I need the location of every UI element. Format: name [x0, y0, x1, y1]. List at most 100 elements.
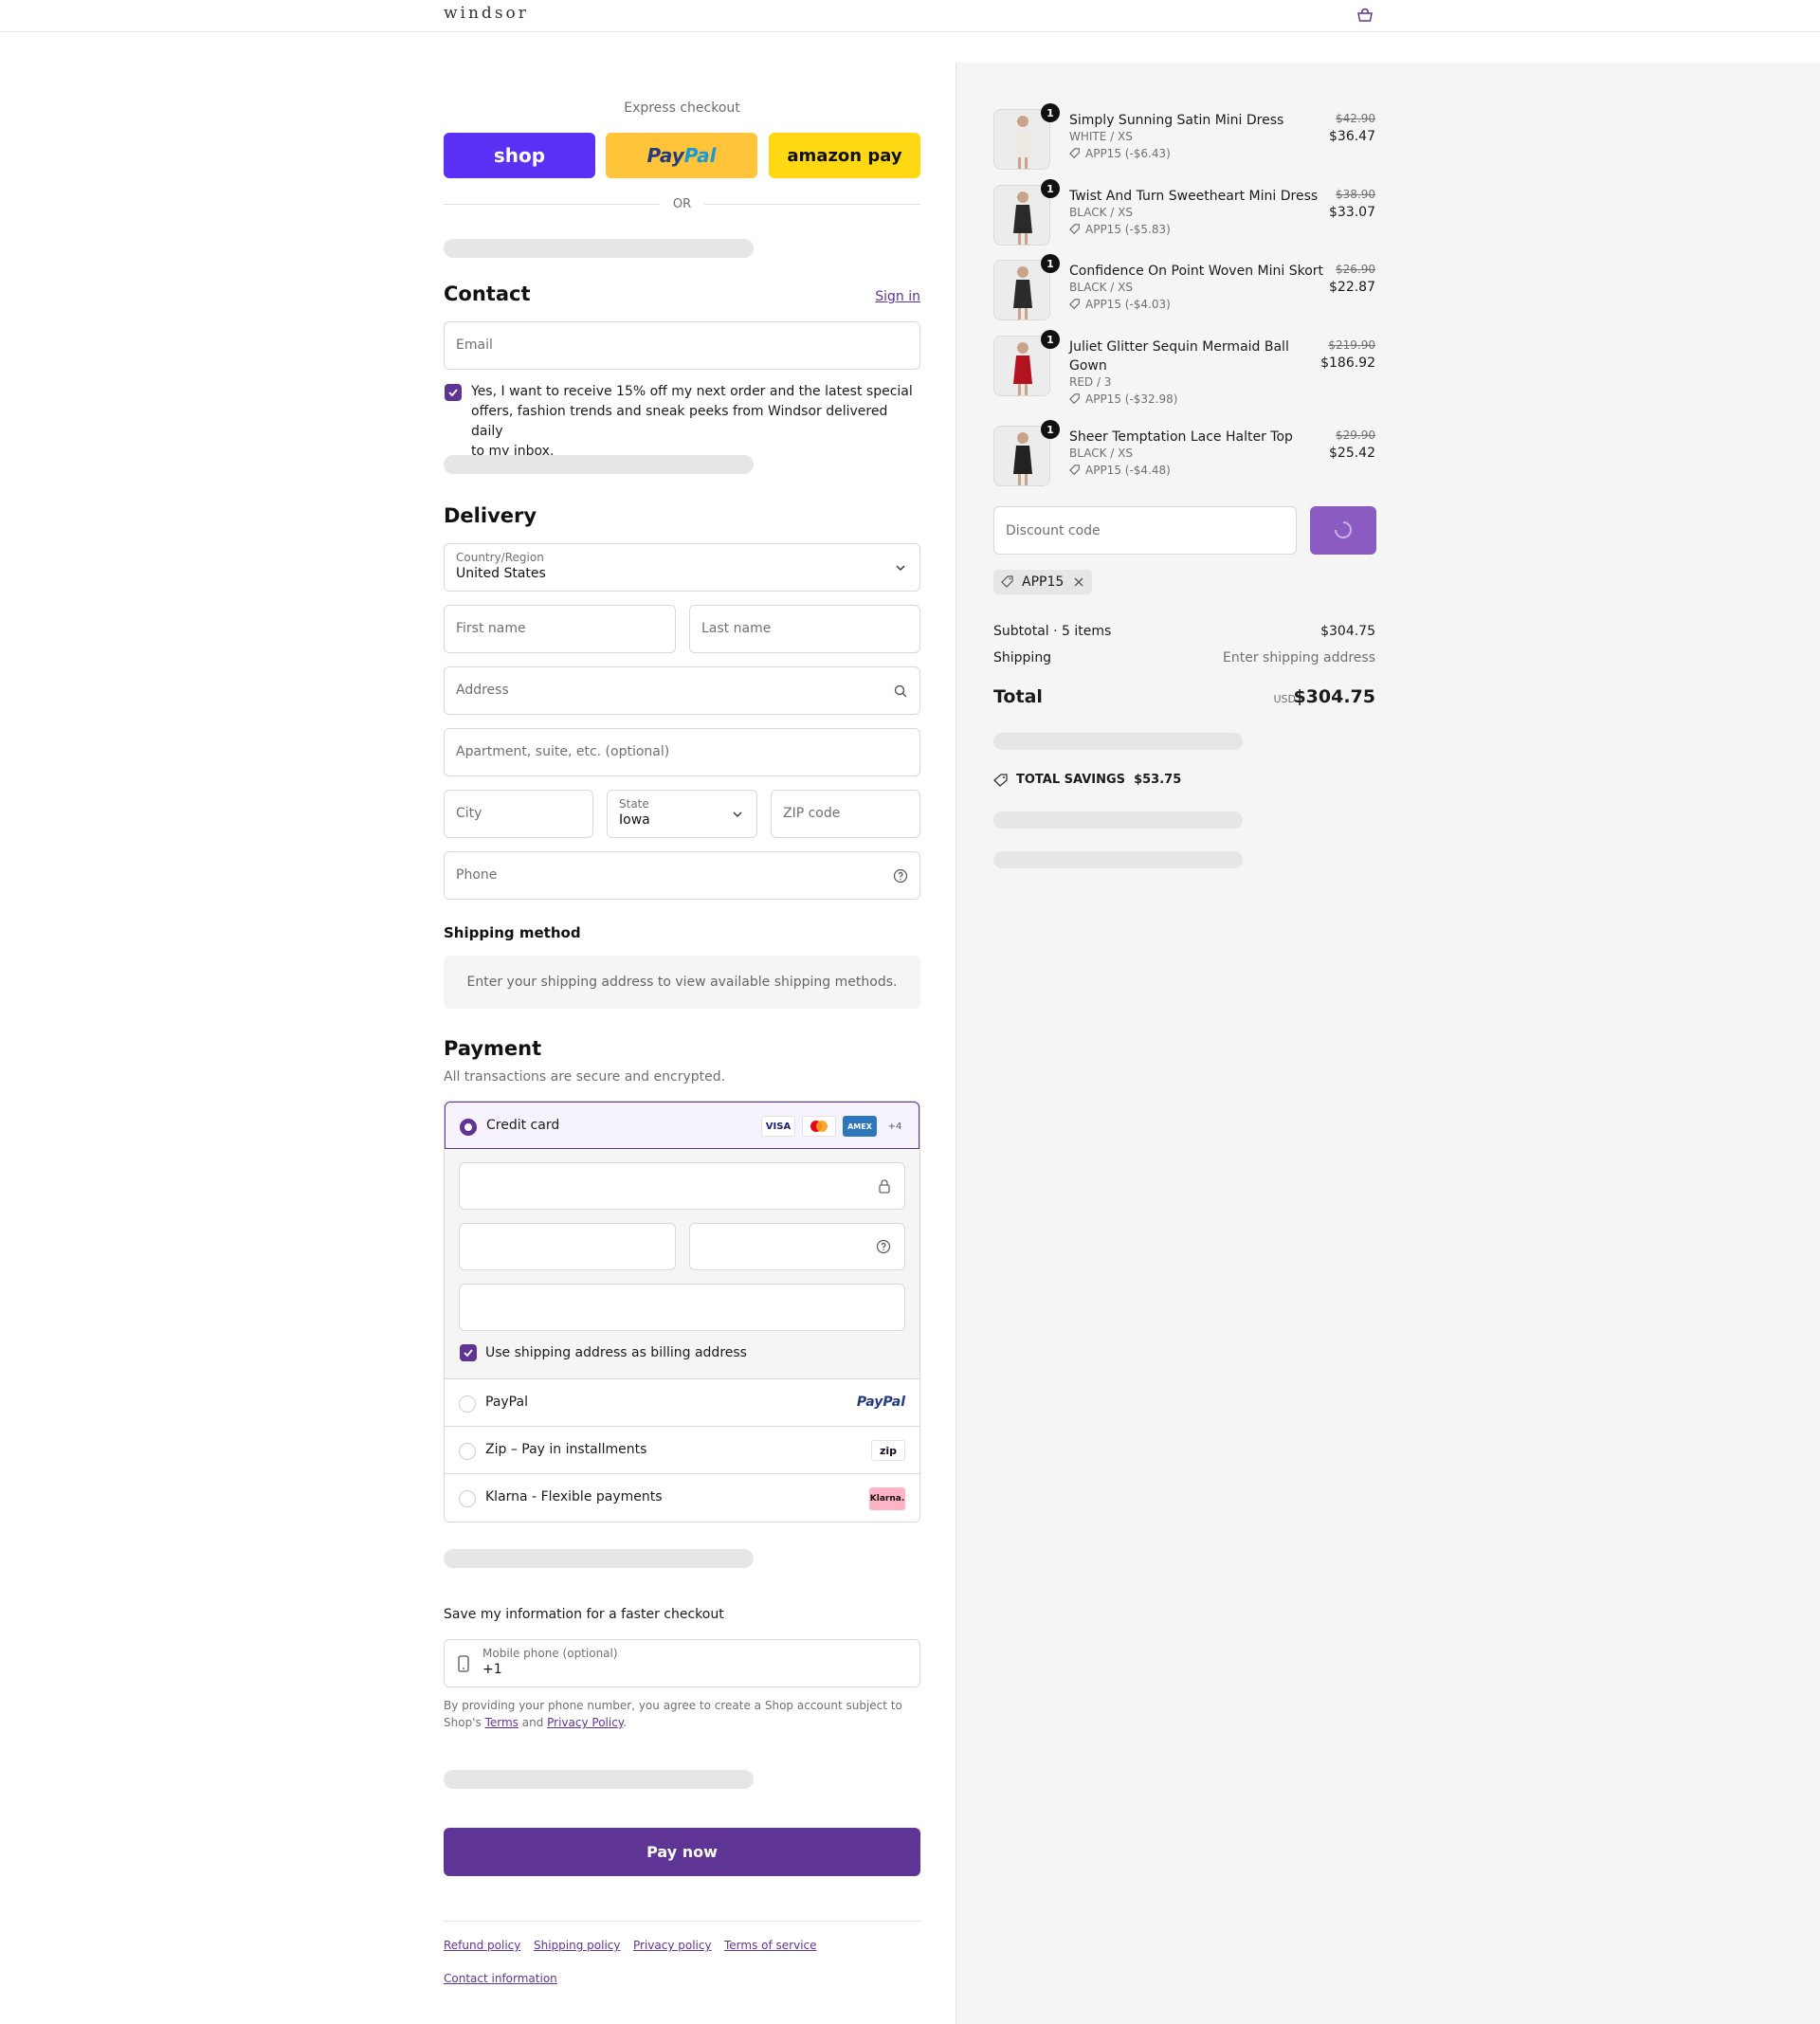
loading-placeholder — [444, 455, 754, 474]
help-circle-icon[interactable] — [893, 868, 908, 884]
product-discount: APP15 (-$32.98) — [1069, 392, 1177, 406]
applied-discount-chip: APP15 — [993, 570, 1093, 594]
klarna-option[interactable]: Klarna - Flexible payments Klarna. — [445, 1474, 919, 1522]
discounted-price: $186.92 — [1320, 356, 1375, 371]
checkmark-icon — [464, 1349, 473, 1358]
product-name: Juliet Glitter Sequin Mermaid Ball Gown — [1069, 339, 1289, 374]
order-line-item: 1 Confidence On Point Woven Mini Skort BLA… — [993, 254, 1375, 326]
original-price: $42.90 — [1336, 112, 1375, 125]
amazon-pay-button[interactable]: amazon pay — [769, 133, 920, 178]
shipping-label: Shipping — [993, 650, 1052, 666]
country-select[interactable]: Country/Region United States — [444, 543, 920, 592]
loading-placeholder — [444, 1549, 754, 1568]
shipping-method-notice: Enter your shipping address to view avai… — [444, 956, 920, 1009]
chevron-down-icon — [896, 565, 905, 571]
first-name-field[interactable]: First name — [444, 605, 676, 653]
city-field[interactable]: City — [444, 790, 593, 838]
newsletter-line-2: offers, fashion trends and sneak peeks f… — [471, 404, 888, 439]
zip-code-field[interactable]: ZIP code — [771, 790, 920, 838]
top-bar: windsor — [0, 0, 1820, 32]
footer-divider — [444, 1921, 920, 1922]
phone-field[interactable]: Phone — [444, 851, 920, 900]
credit-card-radio[interactable] — [460, 1119, 477, 1136]
delivery-title: Delivery — [444, 504, 537, 527]
search-icon — [894, 684, 907, 698]
subtotal-value: $304.75 — [1320, 624, 1375, 639]
contact-information-link[interactable]: Contact information — [444, 1972, 557, 1985]
order-line-item: 1 Twist And Turn Sweetheart Mini Dress BLA… — [993, 179, 1375, 251]
total-savings-value: $53.75 — [1134, 773, 1182, 787]
discounted-price: $36.47 — [1329, 129, 1375, 144]
shop-pay-button[interactable]: shop — [444, 133, 595, 178]
shipping-row: Shipping Enter shipping address — [993, 650, 1375, 666]
payment-methods: Credit card VISA AMEX +4 Use shipping ad… — [444, 1101, 920, 1523]
refund-policy-link[interactable]: Refund policy — [444, 1939, 520, 1952]
security-code-field[interactable] — [689, 1223, 905, 1270]
zip-code-placeholder: ZIP code — [783, 806, 841, 821]
newsletter-label: Yes, I want to receive 15% off my next o… — [471, 382, 920, 462]
shop-legal-line-2: Shop's Terms and Privacy Policy. — [444, 1714, 920, 1731]
original-price: $219.90 — [1328, 338, 1375, 352]
shop-legal-period: . — [623, 1716, 628, 1729]
state-select[interactable]: State Iowa — [607, 790, 757, 838]
shop-legal-and: and — [521, 1716, 544, 1729]
card-number-field[interactable] — [459, 1162, 905, 1210]
total-value: $304.75 — [1293, 686, 1375, 707]
loading-placeholder — [444, 1770, 754, 1789]
original-price: $38.90 — [1336, 188, 1375, 201]
lock-icon — [879, 1179, 890, 1194]
express-checkout-label: Express checkout — [624, 100, 740, 116]
shipping-policy-link[interactable]: Shipping policy — [534, 1939, 621, 1952]
newsletter-checkbox[interactable] — [445, 384, 462, 401]
mobile-phone-field[interactable]: Mobile phone (optional) +1 — [444, 1639, 920, 1687]
discount-code-placeholder: Discount code — [1006, 523, 1101, 538]
paypal-label: PayPal — [485, 1395, 528, 1410]
quantity-badge: 1 — [1041, 330, 1060, 349]
paypal-express-button[interactable]: Pay Pal — [606, 133, 757, 178]
klarna-logo: Klarna. — [869, 1487, 905, 1510]
last-name-field[interactable]: Last name — [689, 605, 920, 653]
klarna-radio[interactable] — [459, 1490, 476, 1507]
product-discount-text: APP15 (-$5.83) — [1085, 223, 1171, 236]
expiration-date-field[interactable] — [459, 1223, 676, 1270]
quantity-badge: 1 — [1041, 179, 1060, 198]
shop-terms-link[interactable]: Terms — [485, 1716, 519, 1729]
product-name: Twist And Turn Sweetheart Mini Dress — [1069, 189, 1319, 204]
privacy-policy-link[interactable]: Privacy policy — [633, 1939, 712, 1952]
close-icon[interactable] — [1073, 576, 1084, 588]
terms-of-service-link[interactable]: Terms of service — [724, 1939, 817, 1952]
sign-in-link[interactable]: Sign in — [875, 289, 920, 304]
help-circle-icon[interactable] — [876, 1239, 891, 1254]
product-discount-text: APP15 (-$4.03) — [1085, 298, 1171, 311]
cart-icon[interactable] — [1356, 8, 1374, 23]
paypal-option[interactable]: PayPal PayPal — [445, 1379, 919, 1427]
zip-option[interactable]: Zip – Pay in installments zip — [445, 1427, 919, 1474]
apartment-field[interactable]: Apartment, suite, etc. (optional) — [444, 728, 920, 776]
store-logo[interactable]: windsor — [444, 4, 529, 23]
product-variant: BLACK / XS — [1069, 281, 1133, 294]
newsletter-line-1: Yes, I want to receive 15% off my next o… — [471, 384, 913, 399]
name-on-card-field[interactable] — [459, 1284, 905, 1331]
billing-address-checkbox[interactable] — [460, 1344, 477, 1361]
apply-discount-button[interactable] — [1310, 506, 1376, 555]
mastercard-icon — [802, 1116, 836, 1137]
shipping-method-title: Shipping method — [444, 924, 581, 941]
product-variant: BLACK / XS — [1069, 206, 1133, 219]
total-savings-label: TOTAL SAVINGS — [1016, 773, 1126, 787]
loading-placeholder — [444, 239, 754, 258]
tag-icon — [1069, 299, 1080, 310]
payment-title: Payment — [444, 1037, 542, 1060]
zip-radio[interactable] — [459, 1443, 476, 1460]
checkmark-icon — [448, 389, 458, 397]
paypal-radio[interactable] — [459, 1395, 476, 1413]
shop-privacy-link[interactable]: Privacy Policy — [547, 1716, 623, 1729]
state-value: Iowa — [619, 812, 650, 828]
product-discount: APP15 (-$4.48) — [1069, 464, 1171, 477]
tag-icon — [993, 773, 1008, 787]
discount-code-field[interactable]: Discount code — [993, 506, 1297, 555]
credit-card-option[interactable]: Credit card VISA AMEX +4 — [445, 1102, 919, 1149]
payment-subtitle: All transactions are secure and encrypte… — [444, 1069, 726, 1085]
email-field[interactable]: Email — [444, 321, 920, 370]
pay-now-button[interactable]: Pay now — [444, 1828, 920, 1876]
address-field[interactable]: Address — [444, 666, 920, 715]
